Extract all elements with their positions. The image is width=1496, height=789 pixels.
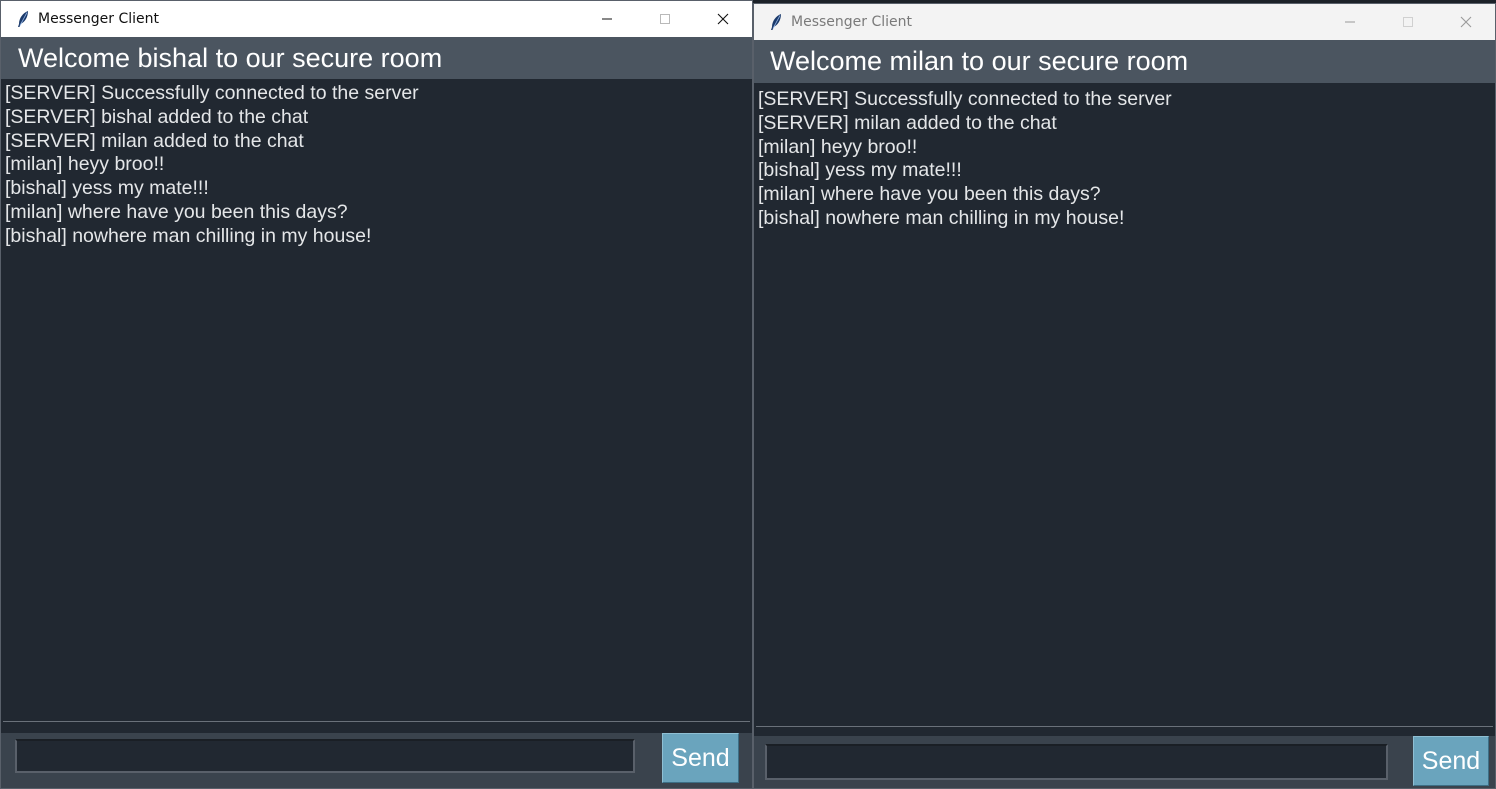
chat-log[interactable]: [SERVER] Successfully connected to the s… [756, 87, 1493, 727]
chat-message: [SERVER] milan added to the chat [758, 111, 1057, 134]
chat-message: [milan] where have you been this days? [758, 183, 1101, 206]
title-bar[interactable]: Messenger Client [1, 1, 752, 37]
messenger-window-milan: Messenger Client Welcome milan to our se… [753, 3, 1496, 789]
chat-log[interactable]: [SERVER] Successfully connected to the s… [3, 81, 750, 722]
send-button[interactable]: Send [662, 733, 739, 783]
chat-message: [SERVER] Successfully connected to the s… [5, 82, 419, 104]
feather-icon [15, 10, 31, 28]
chat-message: [bishal] yess my mate!!! [758, 159, 962, 182]
chat-message: [SERVER] milan added to the chat [5, 129, 304, 152]
composer-bar: Send [1, 733, 752, 788]
minimize-icon [1345, 21, 1355, 23]
messenger-window-bishal: Messenger Client Welcome bishal to our s… [0, 0, 753, 789]
welcome-header: Welcome milan to our secure room [754, 40, 1495, 83]
minimize-icon [602, 18, 612, 20]
chat-message: [bishal] nowhere man chilling in my hous… [758, 206, 1125, 229]
chat-message: [milan] heyy broo!! [5, 153, 165, 176]
chat-message: [bishal] nowhere man chilling in my hous… [5, 224, 372, 247]
window-title: Messenger Client [38, 11, 160, 27]
chat-message: [bishal] yess my mate!!! [5, 177, 209, 200]
maximize-button[interactable] [1379, 4, 1437, 40]
chat-message: [SERVER] Successfully connected to the s… [758, 88, 1172, 110]
message-input[interactable] [15, 739, 635, 773]
chat-message: [milan] where have you been this days? [5, 200, 348, 223]
chat-message: [milan] heyy broo!! [758, 135, 918, 158]
window-title: Messenger Client [791, 14, 913, 30]
minimize-button[interactable] [578, 1, 636, 37]
composer-bar: Send [754, 736, 1495, 788]
close-icon [717, 13, 729, 25]
close-icon [1460, 16, 1472, 28]
feather-icon [768, 13, 784, 31]
chat-message: [SERVER] bishal added to the chat [5, 105, 309, 128]
message-input[interactable] [765, 744, 1388, 780]
close-button[interactable] [694, 1, 752, 37]
maximize-icon [660, 14, 670, 24]
title-bar[interactable]: Messenger Client [754, 4, 1495, 40]
maximize-icon [1403, 17, 1413, 27]
send-button[interactable]: Send [1413, 736, 1489, 786]
minimize-button[interactable] [1321, 4, 1379, 40]
close-button[interactable] [1437, 4, 1495, 40]
welcome-header: Welcome bishal to our secure room [1, 37, 752, 79]
maximize-button[interactable] [636, 1, 694, 37]
